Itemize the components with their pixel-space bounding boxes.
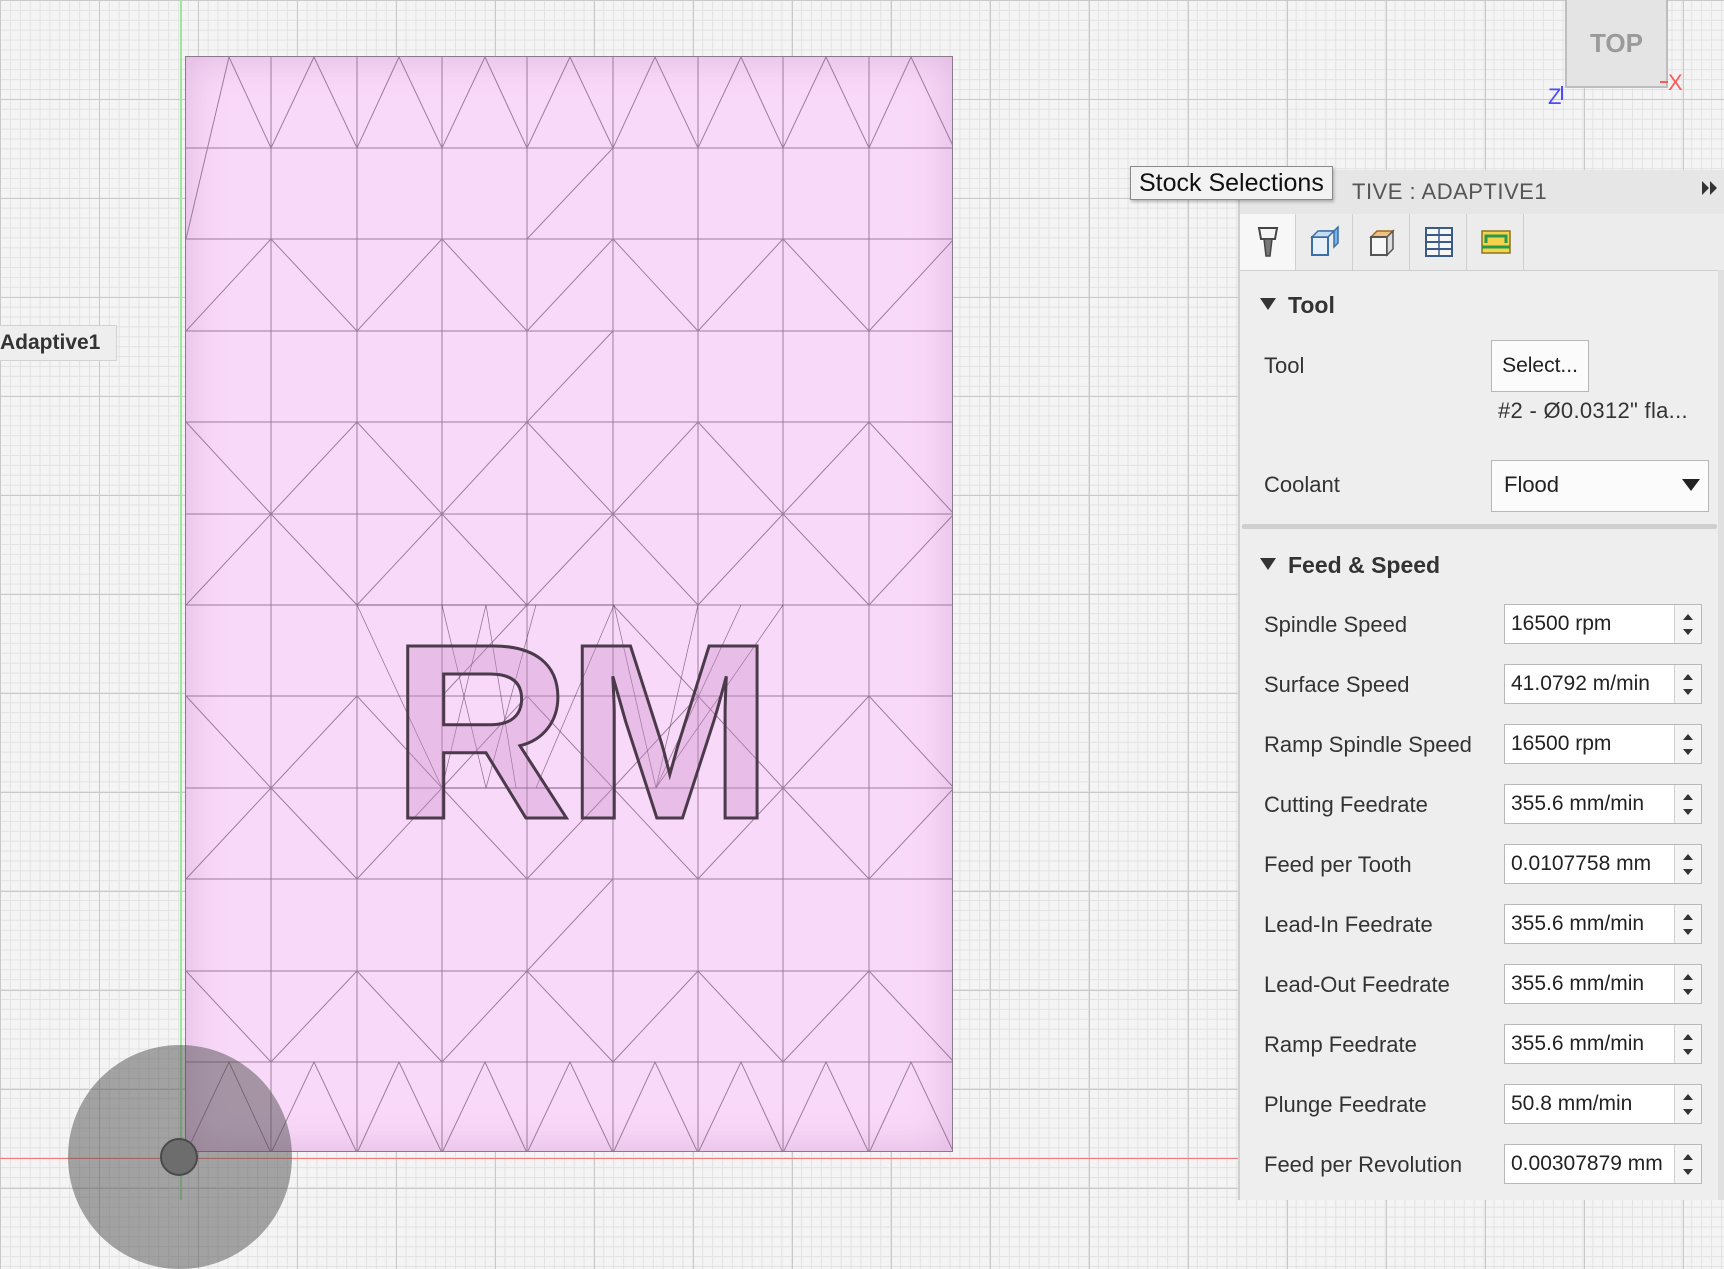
- ramp-spindle-speed-field[interactable]: 16500 rpm: [1504, 724, 1702, 764]
- viewcube-face-top[interactable]: TOP: [1590, 28, 1643, 59]
- feed-per-revolution-label: Feed per Revolution: [1264, 1152, 1463, 1177]
- field-value[interactable]: 0.0107758 mm: [1511, 845, 1671, 883]
- coolant-select[interactable]: Flood: [1491, 460, 1709, 512]
- linking-icon: [1480, 230, 1511, 254]
- spinner-icon[interactable]: [1674, 725, 1701, 763]
- field-value[interactable]: 355.6 mm/min: [1511, 965, 1671, 1003]
- field-value[interactable]: 16500 rpm: [1511, 725, 1671, 763]
- engraved-text: RM: [390, 592, 776, 871]
- y-axis-line: [180, 0, 182, 1200]
- field-value[interactable]: 355.6 mm/min: [1511, 905, 1671, 943]
- chevron-down-icon: [1682, 479, 1700, 491]
- dialog-tab-bar: [1240, 214, 1724, 271]
- feed-per-revolution-field[interactable]: 0.00307879 mm: [1504, 1144, 1702, 1184]
- tool-description: #2 - Ø0.0312" fla...: [1498, 398, 1688, 423]
- feed-per-tooth-field[interactable]: 0.0107758 mm: [1504, 844, 1702, 884]
- plunge-feedrate-field[interactable]: 50.8 mm/min: [1504, 1084, 1702, 1124]
- field-value[interactable]: 0.00307879 mm: [1511, 1145, 1671, 1183]
- lead-in-feedrate-label: Lead-In Feedrate: [1264, 912, 1433, 937]
- spinner-icon[interactable]: [1674, 1085, 1701, 1123]
- passes-tab[interactable]: [1411, 214, 1467, 270]
- collapse-triangle-icon[interactable]: [1260, 298, 1276, 310]
- cutting-feedrate-label: Cutting Feedrate: [1264, 792, 1428, 817]
- double-chevron-right-icon[interactable]: [1700, 178, 1720, 204]
- spinner-icon[interactable]: [1674, 785, 1701, 823]
- lead-in-feedrate-field[interactable]: 355.6 mm/min: [1504, 904, 1702, 944]
- coolant-select-value: Flood: [1504, 472, 1560, 497]
- tool-section-title: Tool: [1288, 292, 1335, 318]
- coolant-label: Coolant: [1264, 472, 1340, 497]
- collapse-triangle-icon[interactable]: [1260, 558, 1276, 570]
- plunge-feedrate-label: Plunge Feedrate: [1264, 1092, 1427, 1117]
- operation-dialog: TIVE : ADAPTIVE1 Tool Tool Select... #2 …: [1238, 170, 1724, 1200]
- linking-tab[interactable]: [1468, 214, 1524, 270]
- spindle-speed-label: Spindle Speed: [1264, 612, 1408, 637]
- feed-speed-section-header[interactable]: Feed & Speed: [1260, 552, 1440, 579]
- tool-label: Tool: [1264, 353, 1305, 378]
- spindle-speed-field[interactable]: 16500 rpm: [1504, 604, 1702, 644]
- origin-point-icon[interactable]: [160, 1138, 198, 1176]
- select-tool-button[interactable]: Select...: [1491, 340, 1589, 392]
- tool-icon: [1257, 227, 1278, 257]
- ramp-feedrate-label: Ramp Feedrate: [1264, 1032, 1417, 1057]
- tool-section-header[interactable]: Tool: [1260, 292, 1335, 319]
- feed-per-tooth-label: Feed per Tooth: [1264, 852, 1412, 877]
- passes-icon: [1424, 227, 1453, 257]
- model-stock-body[interactable]: RM: [185, 56, 953, 1152]
- browser-operation-label[interactable]: Adaptive1: [0, 325, 118, 361]
- section-divider: [1242, 524, 1717, 529]
- viewcube-x-label: X: [1668, 70, 1683, 95]
- spinner-icon[interactable]: [1674, 845, 1701, 883]
- cutting-feedrate-field[interactable]: 355.6 mm/min: [1504, 784, 1702, 824]
- ramp-feedrate-field[interactable]: 355.6 mm/min: [1504, 1024, 1702, 1064]
- spinner-icon[interactable]: [1674, 1145, 1701, 1183]
- lead-out-feedrate-label: Lead-Out Feedrate: [1264, 972, 1450, 997]
- spinner-icon[interactable]: [1674, 965, 1701, 1003]
- surface-speed-label: Surface Speed: [1264, 672, 1410, 697]
- field-value[interactable]: 16500 rpm: [1511, 605, 1671, 643]
- feed-speed-section-title: Feed & Speed: [1288, 552, 1441, 578]
- lead-out-feedrate-field[interactable]: 355.6 mm/min: [1504, 964, 1702, 1004]
- geometry-icon: [1309, 225, 1339, 256]
- viewcube-x-axis: [1660, 81, 1668, 83]
- surface-speed-field[interactable]: 41.0792 m/min: [1504, 664, 1702, 704]
- field-value[interactable]: 41.0792 m/min: [1511, 665, 1671, 703]
- heights-tab[interactable]: [1354, 214, 1410, 270]
- field-value[interactable]: 355.6 mm/min: [1511, 785, 1671, 823]
- stock-selections-tooltip: Stock Selections: [1130, 166, 1333, 200]
- spinner-icon[interactable]: [1674, 665, 1701, 703]
- spinner-icon[interactable]: [1674, 605, 1701, 643]
- field-value[interactable]: 355.6 mm/min: [1511, 1025, 1671, 1063]
- spinner-icon[interactable]: [1674, 905, 1701, 943]
- viewcube[interactable]: TOP: [1565, 0, 1668, 88]
- geometry-tab[interactable]: [1297, 214, 1353, 270]
- heights-icon: [1368, 229, 1395, 257]
- ramp-spindle-speed-label: Ramp Spindle Speed: [1264, 732, 1472, 757]
- field-value[interactable]: 50.8 mm/min: [1511, 1085, 1671, 1123]
- spinner-icon[interactable]: [1674, 1025, 1701, 1063]
- viewcube-z-label: Z: [1548, 84, 1562, 109]
- dialog-scrollbar[interactable]: [1718, 270, 1724, 1200]
- tool-tab[interactable]: [1240, 214, 1296, 270]
